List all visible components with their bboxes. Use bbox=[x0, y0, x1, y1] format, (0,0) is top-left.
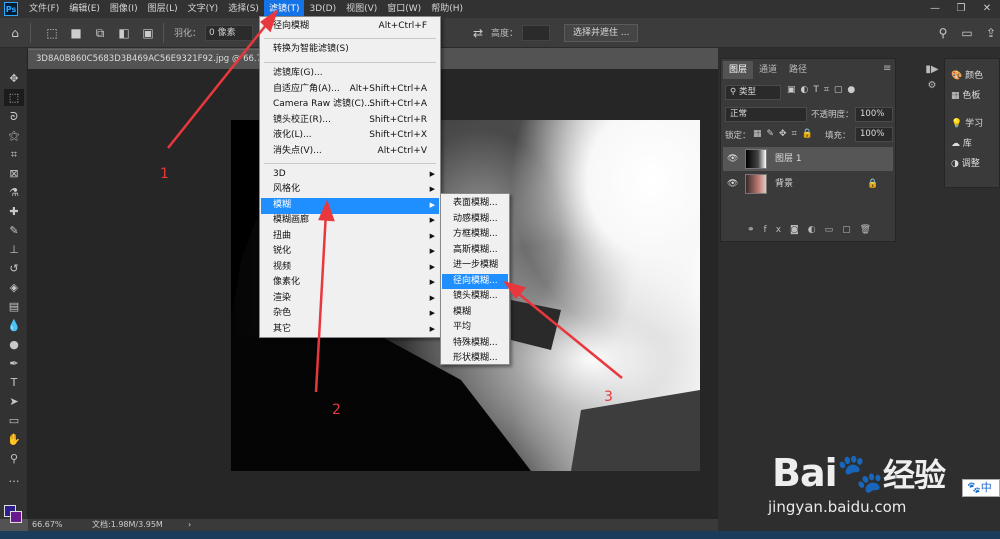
ime-indicator[interactable]: 🐾中 bbox=[962, 479, 1000, 497]
watermark-jingyan: 经验 bbox=[882, 456, 946, 494]
annotation-arrowhead-2 bbox=[318, 199, 335, 222]
baidu-watermark: Bai🐾经验 jingyan.baidu.com bbox=[740, 432, 950, 522]
windows-taskbar bbox=[0, 531, 1000, 539]
watermark-bai: Bai bbox=[772, 451, 838, 495]
watermark-text: Bai🐾经验 bbox=[772, 450, 946, 496]
paw-icon: 🐾 bbox=[836, 451, 884, 495]
paw-icon: 🐾 bbox=[967, 481, 981, 494]
annotation-label-1: 1 bbox=[160, 166, 169, 182]
ime-label: 中 bbox=[980, 481, 992, 494]
annotation-arrow-2 bbox=[314, 211, 328, 393]
annotation-label-2: 2 bbox=[332, 402, 341, 418]
watermark-url: jingyan.baidu.com bbox=[768, 498, 907, 516]
annotation-label-3: 3 bbox=[604, 389, 613, 405]
annotation-arrow-1 bbox=[167, 19, 271, 149]
annotation-arrow-3 bbox=[513, 289, 623, 379]
